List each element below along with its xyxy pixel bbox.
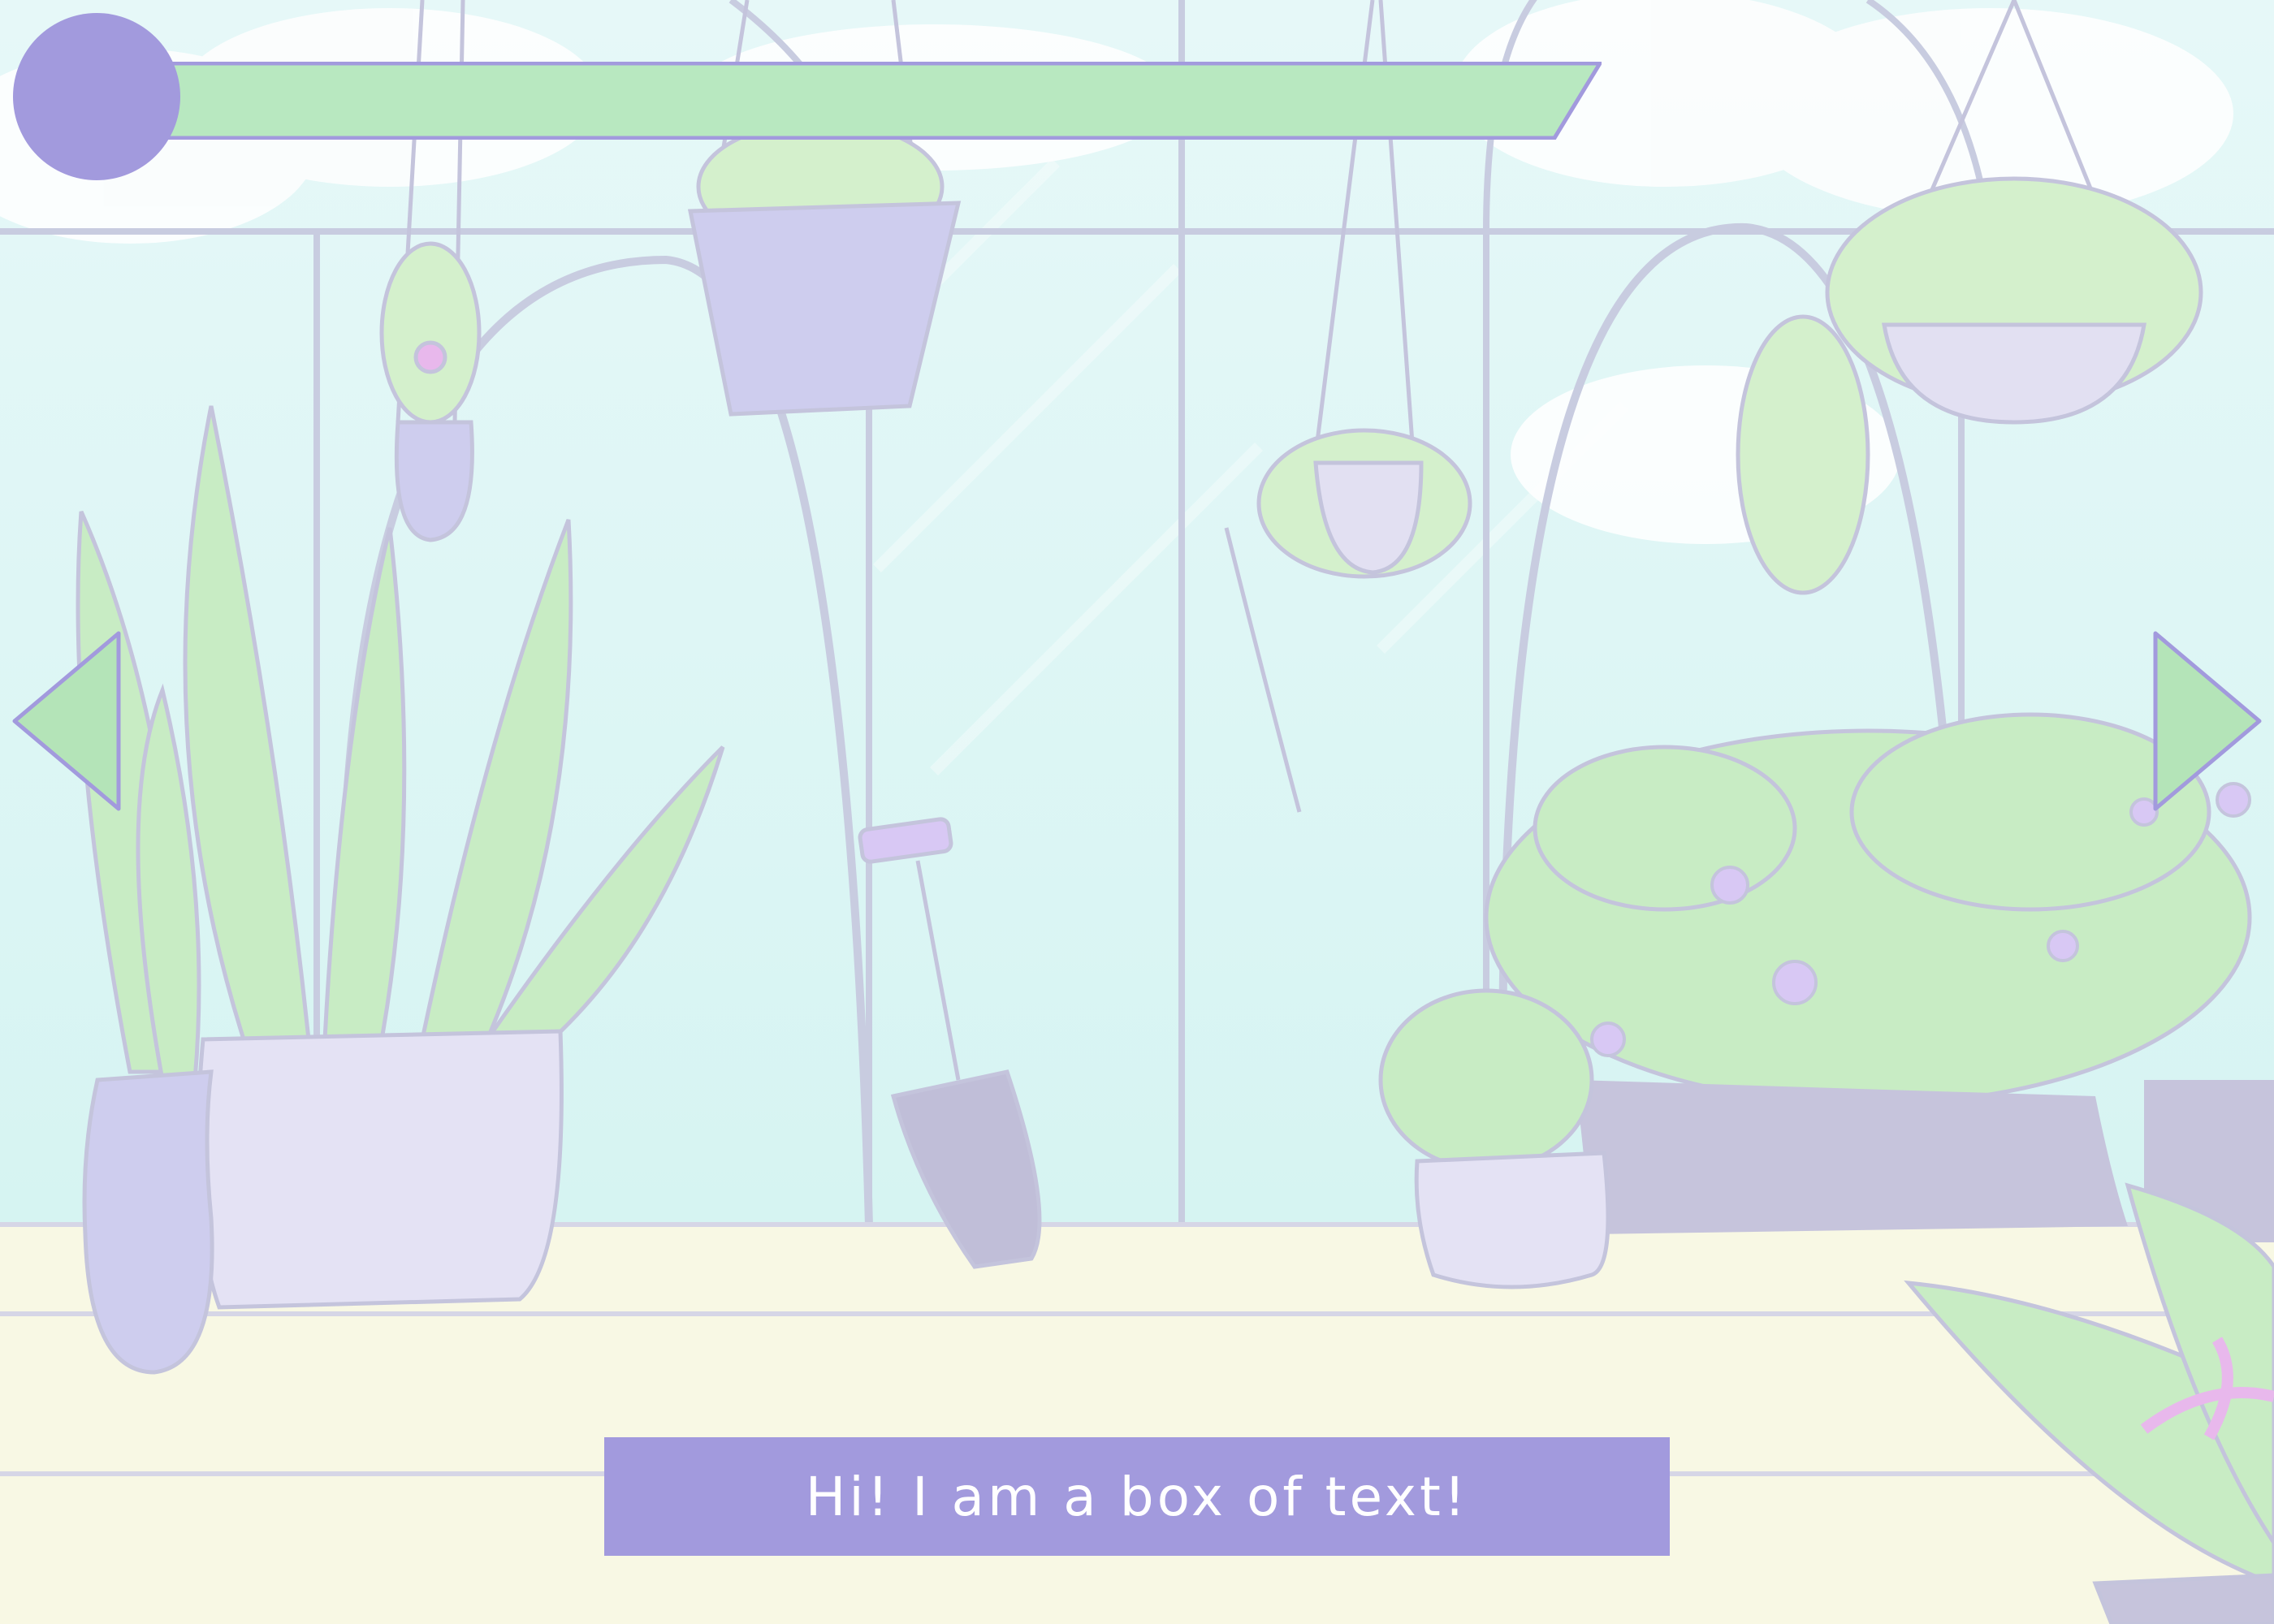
status-bar-fill (162, 62, 1602, 140)
vase-left (82, 1069, 214, 1375)
avatar-circle-icon (13, 13, 180, 180)
status-bar (162, 62, 1602, 140)
planter-box-right (1576, 1080, 2128, 1234)
planter-box-left (195, 1029, 564, 1310)
greenhouse-scene (0, 0, 2274, 1624)
dialog-box[interactable]: Hi! I am a box of text! (604, 1437, 1670, 1556)
dialog-text: Hi! I am a box of text! (805, 1465, 1469, 1528)
triangle-right-icon[interactable] (2152, 630, 2263, 812)
triangle-left-icon[interactable] (11, 630, 122, 812)
